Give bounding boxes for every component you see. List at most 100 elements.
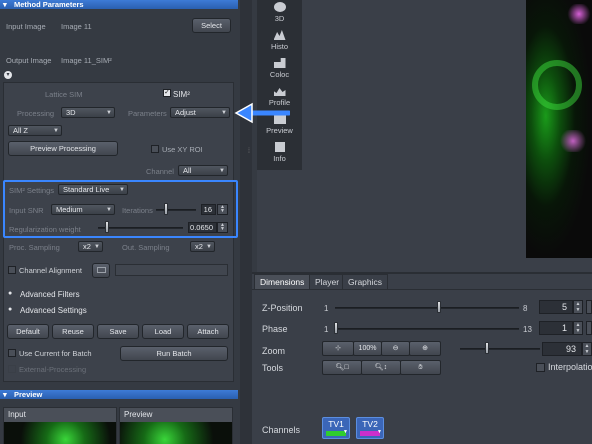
phase-slider-thumb[interactable] (334, 322, 338, 334)
dropdown-arrow-icon: ▼ (106, 207, 112, 213)
channel-tv1-button[interactable]: TV1 ▼ (322, 417, 350, 439)
phase-min: 1 (324, 325, 329, 334)
parameters-label: Parameters (128, 109, 167, 118)
z-position-extra-button[interactable] (586, 300, 592, 314)
zoom-field[interactable]: 93 (542, 342, 582, 356)
default-button[interactable]: Default (7, 324, 49, 339)
regularization-slider[interactable] (98, 227, 183, 229)
advanced-filters-label[interactable]: Advanced Filters (20, 290, 80, 299)
channel-alignment-file-field[interactable] (115, 264, 228, 276)
expand-toggle-icon[interactable]: ▾ (4, 71, 12, 79)
splitter-handle-icon[interactable]: ⁞ (248, 148, 250, 155)
use-current-batch-checkbox[interactable] (8, 349, 16, 357)
zoom-slider-thumb[interactable] (485, 342, 489, 354)
z-range-dropdown[interactable]: All Z ▼ (8, 125, 62, 136)
pan-tool[interactable]: ✋︎ (400, 360, 441, 375)
annotation-arrow-icon (234, 102, 290, 124)
tab-histo[interactable]: Histo (257, 30, 302, 51)
preview-output-image (120, 422, 232, 444)
input-snr-dropdown[interactable]: Medium ▼ (51, 204, 115, 215)
zoom-region-tool[interactable]: 🔍︎□ (322, 360, 362, 375)
phase-max: 13 (523, 325, 532, 334)
phase-field[interactable]: 1 (539, 321, 573, 335)
regularization-weight-label: Regularization weight (9, 225, 81, 234)
z-position-spinner[interactable]: ▲ ▼ (573, 300, 583, 314)
phase-extra-button[interactable] (586, 321, 592, 335)
iterations-slider[interactable] (156, 209, 196, 211)
method-parameters-header[interactable]: ▾ Method Parameters (0, 0, 238, 9)
zoom-fit-button[interactable]: ⊹ (322, 341, 354, 356)
out-sampling-dropdown[interactable]: x2 ▼ (190, 241, 215, 252)
sim2-checkbox[interactable]: ✓ (163, 89, 171, 97)
parameters-dropdown[interactable]: Adjust ▼ (170, 107, 230, 118)
proc-sampling-dropdown[interactable]: x2 ▼ (78, 241, 103, 252)
attach-button[interactable]: Attach (187, 324, 229, 339)
interpolation-label: Interpolation (548, 362, 592, 372)
tab-graphics[interactable]: Graphics (342, 274, 389, 289)
channel-tv2-button[interactable]: TV2 ▼ (356, 417, 384, 439)
channel-dropdown[interactable]: All ▼ (178, 165, 228, 176)
collapse-arrow-icon: ▾ (3, 390, 7, 399)
zoom-in-button[interactable]: ⊕ (409, 341, 441, 356)
regularization-weight-field[interactable]: 0.0650 (188, 222, 217, 233)
zoom-slider[interactable] (460, 348, 540, 350)
advanced-settings-toggle-icon[interactable]: ● (8, 306, 12, 313)
sim2-settings-dropdown[interactable]: Standard Live ▼ (58, 184, 128, 195)
zoom-spinner[interactable]: ▲ ▼ (582, 342, 592, 356)
splitter[interactable] (240, 0, 252, 444)
preview-input-pane: Input (3, 407, 117, 444)
channel-tv2-color: ▼ (360, 429, 382, 436)
tab-dimensions[interactable]: Dimensions (254, 274, 311, 289)
channel-alignment-file-button[interactable] (92, 263, 110, 278)
preview-output-tab[interactable]: Preview (120, 408, 232, 422)
dropdown-arrow-icon: ▼ (221, 110, 227, 116)
output-image-value: Image 11_SIM² (61, 56, 112, 65)
dropdown-arrow-icon: ▼ (94, 244, 100, 250)
phase-spinner[interactable]: ▲ ▼ (573, 321, 583, 335)
preview-processing-button[interactable]: Preview Processing (8, 141, 118, 156)
iterations-field[interactable]: 16 (201, 204, 216, 215)
interpolation-checkbox[interactable] (536, 363, 545, 372)
reuse-button[interactable]: Reuse (52, 324, 94, 339)
z-position-slider-thumb[interactable] (437, 301, 441, 313)
select-button[interactable]: Select (192, 18, 231, 33)
tab-player[interactable]: Player (309, 274, 346, 289)
method-panel: ▾ Method Parameters Input Image Image 11… (0, 0, 240, 444)
iterations-slider-thumb[interactable] (164, 203, 168, 215)
zoom-100-button[interactable]: 100% (353, 341, 382, 356)
dropdown-arrow-icon: ▼ (106, 110, 112, 116)
external-processing-label: External-Processing (19, 365, 87, 374)
advanced-filters-toggle-icon[interactable]: ● (8, 290, 12, 297)
image-viewer[interactable] (526, 0, 592, 258)
input-snr-label: Input SNR (9, 206, 44, 215)
zoom-arrows-tool[interactable]: 🔍︎↕ (361, 360, 401, 375)
channel-alignment-checkbox[interactable] (8, 266, 16, 274)
iterations-label: Iterations (122, 206, 153, 215)
zoom-in-icon: ⊕ (422, 345, 428, 352)
regularization-spinner[interactable]: ▲ ▼ (217, 222, 228, 233)
processing-dropdown[interactable]: 3D ▼ (61, 107, 115, 118)
hand-icon: ✋︎ (418, 364, 423, 371)
z-position-slider[interactable] (335, 307, 519, 309)
zoom-out-button[interactable]: ⊖ (381, 341, 410, 356)
run-batch-button[interactable]: Run Batch (120, 346, 228, 361)
phase-slider[interactable] (335, 328, 519, 330)
tab-coloc[interactable]: Coloc (257, 58, 302, 79)
advanced-settings-label[interactable]: Advanced Settings (20, 306, 87, 315)
zoom-region-icon: 🔍︎□ (335, 364, 349, 371)
use-xy-roi-checkbox[interactable] (151, 145, 159, 153)
preview-header[interactable]: ▾ Preview (0, 390, 238, 399)
out-sampling-label: Out. Sampling (122, 243, 170, 252)
use-current-batch-label: Use Current for Batch (19, 349, 92, 358)
tab-info[interactable]: Info (257, 142, 302, 163)
zoom-arrows-icon: 🔍︎↕ (374, 364, 388, 371)
save-button[interactable]: Save (97, 324, 139, 339)
preview-input-tab[interactable]: Input (4, 408, 116, 422)
z-position-field[interactable]: 5 (539, 300, 573, 314)
iterations-spinner[interactable]: ▲ ▼ (217, 204, 228, 215)
dropdown-arrow-icon: ▼ (219, 168, 225, 174)
load-button[interactable]: Load (142, 324, 184, 339)
z-position-label: Z-Position (262, 303, 303, 313)
tab-3d[interactable]: 3D (257, 2, 302, 23)
regularization-slider-thumb[interactable] (105, 221, 109, 233)
